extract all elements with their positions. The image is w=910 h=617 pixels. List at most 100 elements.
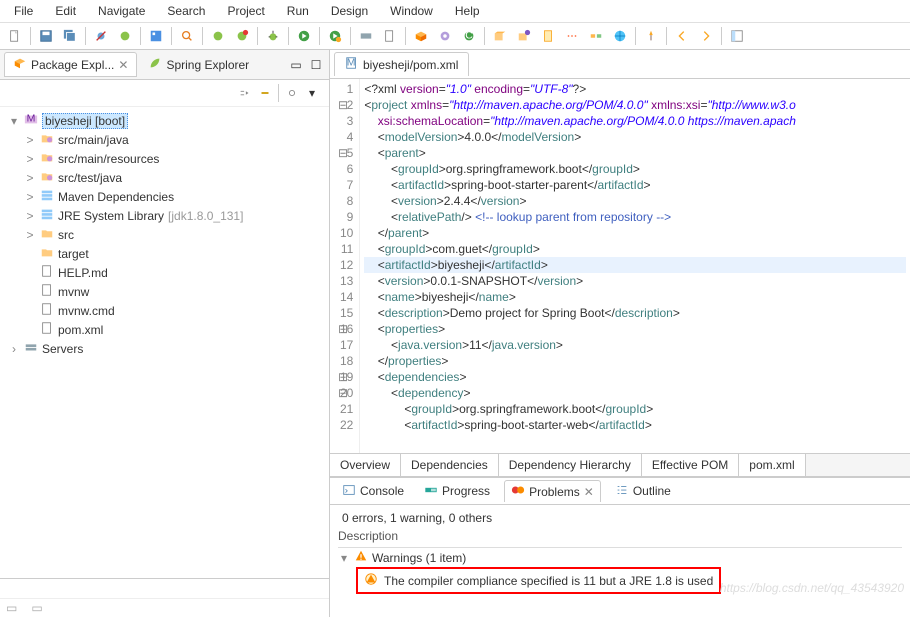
folder-icon [40, 245, 54, 262]
menu-window[interactable]: Window [380, 2, 443, 20]
tab-spring-explorer[interactable]: Spring Explorer [139, 52, 258, 77]
new-icon[interactable] [4, 25, 26, 47]
library-icon [40, 188, 54, 205]
file-icon [40, 302, 54, 319]
tab-package-explorer[interactable]: Package Expl... ✕ [4, 52, 137, 77]
close-icon[interactable]: ✕ [584, 485, 594, 499]
tree-item[interactable]: >src [8, 225, 321, 244]
tree-item[interactable]: >src/main/java [8, 130, 321, 149]
tree-item[interactable]: >src/test/java [8, 168, 321, 187]
tab-outline[interactable]: Outline [609, 481, 677, 502]
link-editor-icon[interactable] [256, 84, 274, 102]
spring-boot-dashboard-icon[interactable] [145, 25, 167, 47]
perspective-icon[interactable] [726, 25, 748, 47]
package-folder-icon [40, 150, 54, 167]
warning-item[interactable]: The compiler compliance specified is 11 … [356, 567, 721, 594]
tree-item[interactable]: >src/main/resources [8, 149, 321, 168]
tree-item[interactable]: mvnw [8, 282, 321, 301]
perspective-switcher-hint: ▭▭ [0, 598, 329, 617]
editor-tab-pom[interactable]: M biyesheji/pom.xml [334, 52, 469, 76]
pin-icon[interactable] [640, 25, 662, 47]
warnings-group-label: Warnings (1 item) [372, 551, 466, 565]
relaunch-icon[interactable] [207, 25, 229, 47]
problems-icon [511, 483, 525, 500]
package-folder-icon [40, 169, 54, 186]
tab-progress[interactable]: Progress [418, 481, 496, 502]
globe-icon[interactable] [609, 25, 631, 47]
tree-item[interactable]: >JRE System Library [jdk1.8.0_131] [8, 206, 321, 225]
pom-editor-tabs: OverviewDependenciesDependency Hierarchy… [330, 453, 910, 477]
pom-tab-dependency-hierarchy[interactable]: Dependency Hierarchy [499, 454, 642, 476]
servers-node[interactable]: › Servers [8, 339, 321, 358]
search-icon[interactable] [176, 25, 198, 47]
show-whitespace-icon[interactable] [561, 25, 583, 47]
tab-package-explorer-label: Package Expl... [31, 58, 114, 72]
pom-tab-effective-pom[interactable]: Effective POM [642, 454, 739, 476]
collapse-all-icon[interactable] [236, 84, 254, 102]
back-icon[interactable] [671, 25, 693, 47]
new-server-icon[interactable] [355, 25, 377, 47]
save-all-icon[interactable] [59, 25, 81, 47]
toggle-mark-icon[interactable] [537, 25, 559, 47]
warning-badge-icon [364, 572, 378, 589]
warning-icon [354, 549, 368, 566]
new-package-icon[interactable] [410, 25, 432, 47]
menu-help[interactable]: Help [445, 2, 490, 20]
pom-tab-overview[interactable]: Overview [330, 454, 401, 476]
run-icon[interactable] [293, 25, 315, 47]
menu-search[interactable]: Search [157, 2, 215, 20]
open-type-icon[interactable] [489, 25, 511, 47]
menu-navigate[interactable]: Navigate [88, 2, 155, 20]
project-node[interactable]: ▾ M biyesheji [boot] [8, 111, 321, 130]
package-explorer-tabbar: Package Expl... ✕ Spring Explorer ▭ ☐ [0, 50, 329, 80]
tree-item[interactable]: mvnw.cmd [8, 301, 321, 320]
maven-file-icon: M [345, 56, 359, 73]
close-icon[interactable]: ✕ [118, 58, 128, 72]
progress-icon [424, 483, 438, 500]
spring-leaf-icon [148, 56, 162, 73]
save-icon[interactable] [35, 25, 57, 47]
run-last-icon[interactable] [324, 25, 346, 47]
jre-icon [40, 207, 54, 224]
package-explorer-toolbar: ▾ [0, 80, 329, 107]
tab-spring-explorer-label: Spring Explorer [166, 58, 249, 72]
menu-file[interactable]: File [4, 2, 43, 20]
maximize-icon[interactable]: ☐ [307, 56, 325, 74]
tree-item[interactable]: pom.xml [8, 320, 321, 339]
pom-tab-pom.xml[interactable]: pom.xml [739, 454, 805, 476]
tab-console[interactable]: Console [336, 481, 410, 502]
svg-text:C: C [465, 30, 473, 42]
warnings-group[interactable]: ▾ Warnings (1 item) [338, 548, 902, 567]
open-task-icon[interactable] [513, 25, 535, 47]
new-javaclass-icon[interactable]: C [458, 25, 480, 47]
description-column-header[interactable]: Description [338, 527, 902, 548]
menu-project[interactable]: Project [217, 2, 274, 20]
minimize-icon[interactable]: ▭ [287, 56, 305, 74]
menu-run[interactable]: Run [277, 2, 319, 20]
menu-edit[interactable]: Edit [45, 2, 86, 20]
tree-item[interactable]: >Maven Dependencies [8, 187, 321, 206]
view-menu-icon[interactable]: ▾ [303, 84, 321, 102]
debug-icon[interactable] [262, 25, 284, 47]
gear-icon[interactable] [434, 25, 456, 47]
tab-problems[interactable]: Problems ✕ [504, 480, 601, 502]
bottom-panel: Console Progress Problems ✕ Outline 0 er… [330, 477, 910, 617]
new-jsp-icon[interactable] [379, 25, 401, 47]
watermark: https://blog.csdn.net/qq_43543920 [720, 581, 904, 595]
servers-icon [24, 340, 38, 357]
tree-item[interactable]: HELP.md [8, 263, 321, 282]
tree-item[interactable]: target [8, 244, 321, 263]
xml-editor[interactable]: 12⊟345⊟678910111213141516⊟171819⊟20⊟2122… [330, 79, 910, 453]
skip-breakpoints-icon[interactable] [90, 25, 112, 47]
outline-icon [615, 483, 629, 500]
menu-design[interactable]: Design [321, 2, 378, 20]
focus-icon[interactable] [283, 84, 301, 102]
problems-status: 0 errors, 1 warning, 0 others [338, 509, 902, 527]
new-class-icon[interactable] [114, 25, 136, 47]
pom-tab-dependencies[interactable]: Dependencies [401, 454, 499, 476]
package-explorer-tree[interactable]: ▾ M biyesheji [boot] >src/main/java>src/… [0, 107, 329, 578]
new-connection-icon[interactable] [585, 25, 607, 47]
forward-icon[interactable] [695, 25, 717, 47]
package-icon [13, 56, 27, 73]
coverage-icon[interactable] [231, 25, 253, 47]
